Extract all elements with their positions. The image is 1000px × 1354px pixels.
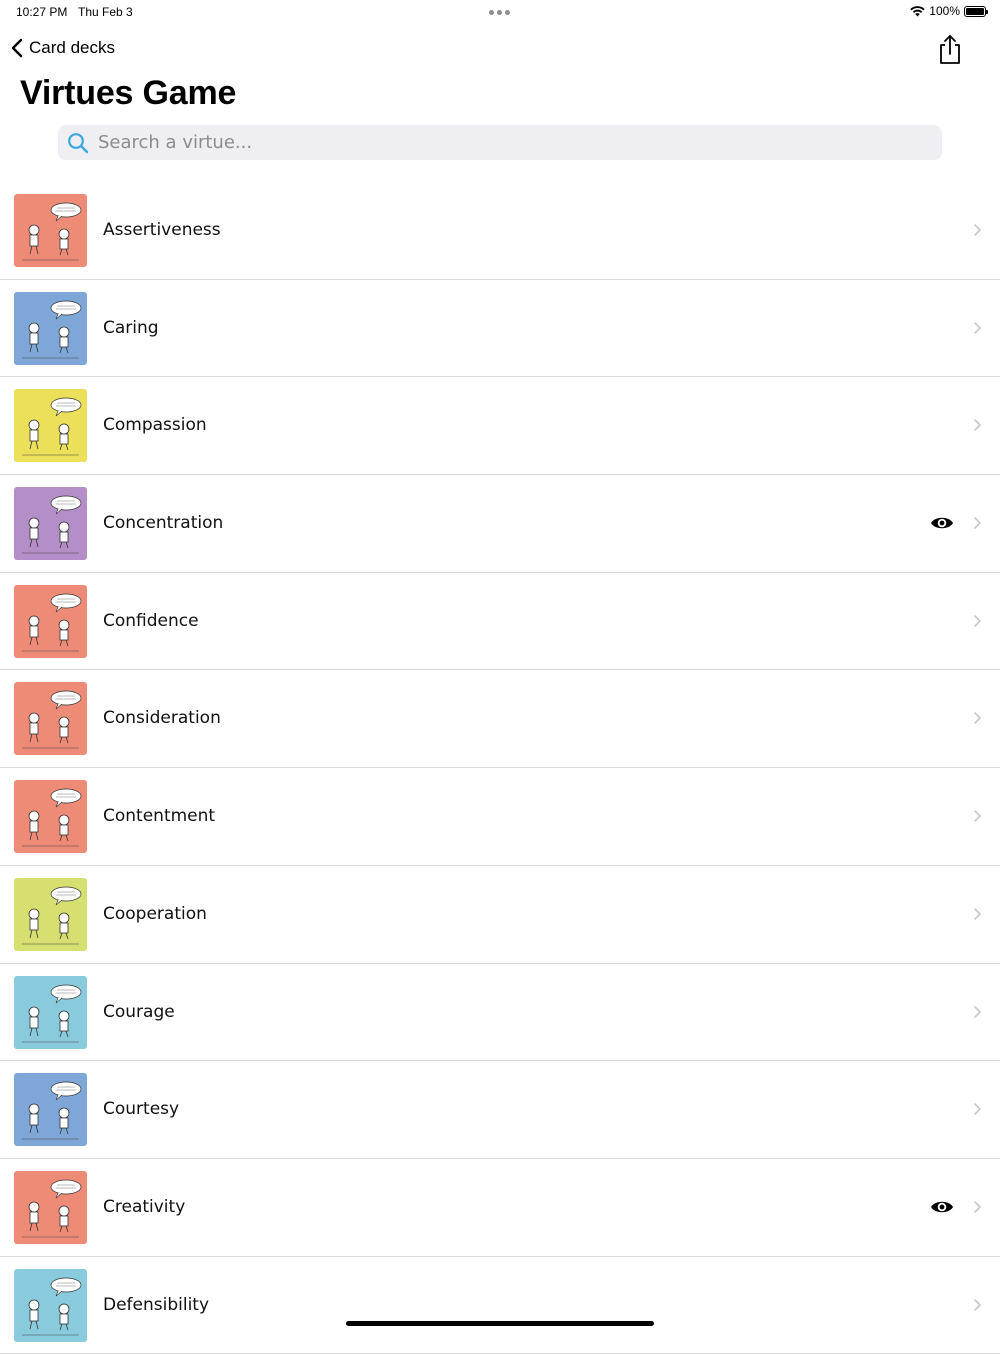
status-indicators: 100%	[910, 4, 988, 18]
virtue-row-assertiveness[interactable]: Assertiveness	[0, 182, 1000, 280]
virtue-row-courtesy[interactable]: Courtesy	[0, 1061, 1000, 1159]
virtue-list: Assertiveness Caring Compassion Concentr…	[0, 182, 1000, 1354]
virtue-label: Courtesy	[103, 1099, 180, 1120]
search-bar[interactable]	[58, 125, 942, 160]
virtue-card-thumbnail	[14, 584, 87, 658]
wifi-icon	[910, 5, 925, 16]
chevron-right-icon	[974, 614, 981, 627]
virtue-row-courage[interactable]: Courage	[0, 964, 1000, 1062]
status-time: 10:27 PM	[16, 5, 68, 19]
virtue-label: Concentration	[103, 513, 224, 534]
multitasking-dots-icon[interactable]	[489, 10, 510, 15]
chevron-right-icon	[974, 908, 981, 920]
virtue-label: Cooperation	[103, 903, 207, 924]
eye-icon	[931, 1201, 953, 1213]
virtue-label: Defensibility	[103, 1294, 210, 1315]
chevron-right-icon	[974, 712, 981, 725]
virtue-row-compassion[interactable]: Compassion	[0, 377, 1000, 476]
chevron-right-icon	[974, 810, 981, 822]
virtue-row-creativity[interactable]: Creativity	[0, 1159, 1000, 1257]
status-date: Thu Feb 3	[78, 5, 133, 19]
virtue-label: Courage	[103, 1001, 175, 1022]
home-indicator[interactable]	[346, 1321, 654, 1326]
search-input[interactable]	[98, 132, 918, 153]
chevron-right-icon	[974, 1201, 981, 1213]
virtue-row-caring[interactable]: Caring	[0, 280, 1000, 378]
virtue-label: Caring	[103, 317, 159, 338]
chevron-left-icon	[11, 38, 23, 58]
virtue-card-thumbnail	[14, 780, 87, 854]
chevron-right-icon	[974, 1103, 981, 1115]
virtue-card-thumbnail	[14, 975, 87, 1049]
eye-icon	[931, 517, 953, 529]
virtue-row-concentration[interactable]: Concentration	[0, 475, 1000, 573]
back-button[interactable]: Card decks	[10, 34, 115, 62]
virtue-label: Confidence	[103, 610, 199, 631]
virtue-row-defensibility[interactable]: Defensibility	[0, 1257, 1000, 1354]
back-button-label: Card decks	[29, 38, 115, 57]
page-title: Virtues Game	[20, 74, 237, 112]
chevron-right-icon	[974, 1298, 981, 1311]
virtue-label: Assertiveness	[103, 220, 221, 240]
virtue-card-thumbnail	[14, 487, 87, 561]
virtue-card-thumbnail	[14, 1073, 87, 1147]
chevron-right-icon	[974, 419, 981, 432]
chevron-right-icon	[974, 321, 981, 334]
virtue-card-thumbnail	[14, 682, 87, 756]
virtue-card-thumbnail	[14, 194, 87, 267]
virtue-label: Compassion	[103, 415, 207, 436]
battery-icon	[964, 5, 988, 17]
chevron-right-icon	[974, 224, 981, 236]
virtue-label: Contentment	[103, 806, 216, 827]
virtue-card-thumbnail	[14, 1268, 87, 1342]
virtue-row-contentment[interactable]: Contentment	[0, 768, 1000, 866]
search-icon	[68, 132, 89, 153]
chevron-right-icon	[974, 517, 981, 529]
virtue-label: Consideration	[103, 708, 221, 729]
virtue-row-cooperation[interactable]: Cooperation	[0, 866, 1000, 964]
share-icon[interactable]	[936, 33, 964, 65]
virtue-card-thumbnail	[14, 877, 87, 951]
status-bar: 10:27 PM Thu Feb 3 100%	[0, 0, 1000, 24]
virtue-card-thumbnail	[14, 1170, 87, 1244]
virtue-row-consideration[interactable]: Consideration	[0, 670, 1000, 769]
chevron-right-icon	[974, 1005, 981, 1018]
virtue-label: Creativity	[103, 1196, 186, 1217]
virtue-row-confidence[interactable]: Confidence	[0, 573, 1000, 671]
battery-percent: 100%	[929, 4, 960, 18]
virtue-card-thumbnail	[14, 389, 87, 463]
virtue-card-thumbnail	[14, 291, 87, 365]
